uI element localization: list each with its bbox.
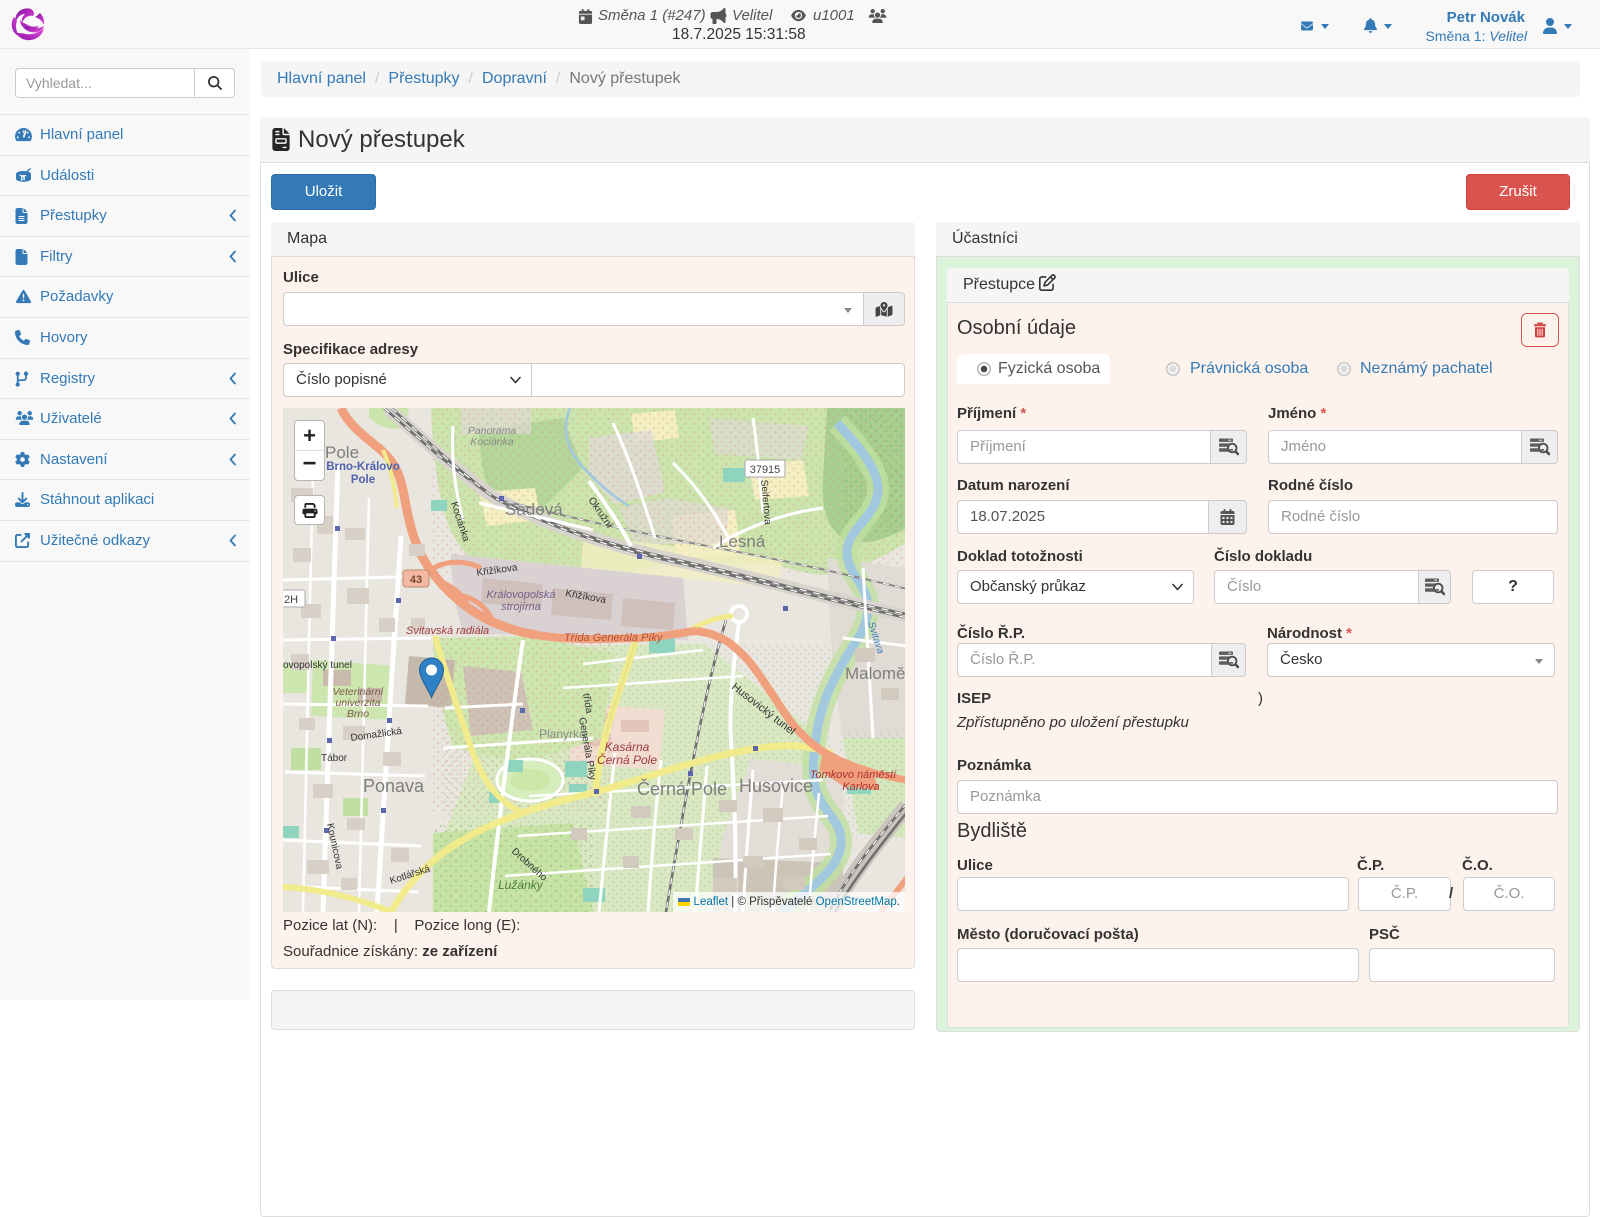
svg-text:Pole: Pole (325, 443, 359, 462)
svg-text:Tábor: Tábor (321, 753, 348, 764)
svg-text:43: 43 (410, 574, 422, 586)
svg-text:Ponava: Ponava (363, 776, 425, 796)
svg-text:37915: 37915 (750, 464, 781, 476)
svg-text:Husovice: Husovice (739, 776, 813, 796)
svg-text:KasárnaČerná Pole: KasárnaČerná Pole (597, 740, 657, 767)
svg-text:Lužánky: Lužánky (498, 878, 544, 892)
svg-text:Černá Pole: Černá Pole (637, 778, 727, 799)
svg-text:ovopolský tunel: ovopolský tunel (283, 660, 352, 671)
svg-text:Svitavská radiála: Svitavská radiála (406, 625, 489, 637)
svg-text:Třída Generála Píky: Třída Generála Píky (564, 632, 664, 644)
svg-text:Lesná: Lesná (719, 532, 766, 551)
svg-text:2H: 2H (284, 594, 298, 606)
svg-text:PanoramaKociánka: PanoramaKociánka (468, 425, 517, 448)
svg-text:Maloměř: Maloměř (845, 664, 905, 683)
svg-text:Sadová: Sadová (505, 500, 563, 519)
